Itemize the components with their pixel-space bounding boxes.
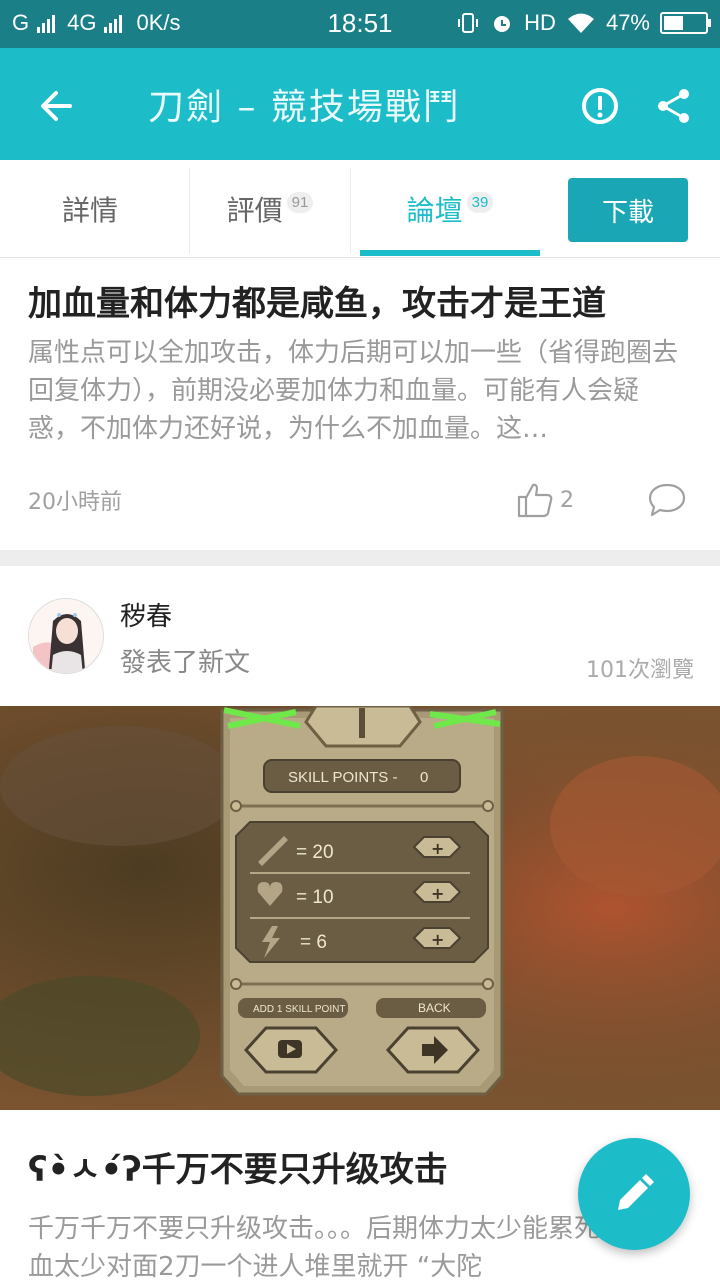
battery-fill xyxy=(664,16,683,30)
post-title[interactable]: 加血量和体力都是咸鱼，攻击才是王道 xyxy=(28,276,606,325)
share-icon xyxy=(658,89,689,123)
battery-percent: 47% xyxy=(605,10,650,35)
status-bar: G 4G 0K/s 18:51 HD 47% xyxy=(0,0,720,48)
skill-points-value: 0 xyxy=(420,769,428,786)
svg-text:+: + xyxy=(431,930,444,949)
vibrate-icon xyxy=(458,13,479,33)
section-divider xyxy=(0,550,720,566)
share-button[interactable] xyxy=(646,78,702,134)
stat-health-value: = 10 xyxy=(296,887,334,908)
report-button[interactable] xyxy=(572,78,628,134)
alarm-icon xyxy=(494,16,511,32)
alert-circle-icon xyxy=(582,88,618,124)
battery-icon xyxy=(660,12,711,34)
active-tab-indicator xyxy=(360,250,540,256)
tab-forum[interactable]: 論壇 39 xyxy=(360,160,540,258)
stat-stamina-value: = 6 xyxy=(300,932,327,953)
post-timestamp: 20小時前 xyxy=(28,490,122,515)
comment-button[interactable] xyxy=(644,478,690,522)
download-button[interactable]: 下載 xyxy=(568,178,688,242)
tab-reviews-label: 評價 xyxy=(226,194,283,227)
skill-points-label: SKILL POINTS - xyxy=(288,769,397,786)
tab-forum-count: 39 xyxy=(466,191,494,213)
post-action: 發表了新文 xyxy=(120,648,251,678)
app-bar: 刀劍 – 競技場戰鬥 xyxy=(0,48,720,160)
author-name[interactable]: 秽春 xyxy=(120,596,172,633)
tab-reviews-count: 91 xyxy=(286,191,314,213)
stat-attack-value: = 20 xyxy=(296,842,334,863)
page-title: 刀劍 – 競技場戰鬥 xyxy=(148,87,461,128)
back-button[interactable] xyxy=(28,78,84,134)
tab-separator xyxy=(350,168,351,254)
tab-details[interactable]: 詳情 xyxy=(0,160,180,258)
post-image[interactable]: SKILL POINTS - 0 = 20 + = 10 + = 6 + ADD… xyxy=(0,706,720,1110)
svg-text:+: + xyxy=(431,839,444,858)
like-button[interactable]: 2 xyxy=(516,478,586,522)
pencil-icon xyxy=(618,1174,654,1210)
arrow-left-icon xyxy=(41,91,72,121)
tab-details-label: 詳情 xyxy=(61,194,118,227)
svg-text:+: + xyxy=(431,884,444,903)
compose-button[interactable] xyxy=(578,1138,690,1250)
game-back-button[interactable]: BACK xyxy=(376,998,486,1018)
thumbs-up-icon xyxy=(517,483,553,518)
status-right: HD 47% xyxy=(456,10,711,36)
tab-reviews[interactable]: 評價 91 xyxy=(190,160,350,258)
avatar-image xyxy=(29,599,103,673)
add-skill-point-label: ADD 1 SKILL POINT xyxy=(253,1004,345,1015)
wifi-icon xyxy=(567,13,594,33)
add-skill-point-button[interactable]: ADD 1 SKILL POINT xyxy=(238,998,348,1018)
game-back-label: BACK xyxy=(418,1001,451,1015)
hd-indicator: HD xyxy=(524,10,556,35)
post-excerpt[interactable]: 属性点可以全加攻击，体力后期可以加一些（省得跑圈去回复体力），前期没必要加体力和… xyxy=(28,334,688,448)
post-title[interactable]: ʕ•̀ㅅ•́ʔ千万不要只升级攻击 xyxy=(28,1142,448,1191)
game-screenshot: SKILL POINTS - 0 = 20 + = 10 + = 6 + ADD… xyxy=(0,706,720,1110)
like-count: 2 xyxy=(560,487,574,513)
view-count: 101次瀏覽 xyxy=(586,658,694,683)
tab-forum-label: 論壇 xyxy=(406,194,463,227)
avatar[interactable] xyxy=(28,598,104,674)
comment-icon xyxy=(648,483,686,517)
